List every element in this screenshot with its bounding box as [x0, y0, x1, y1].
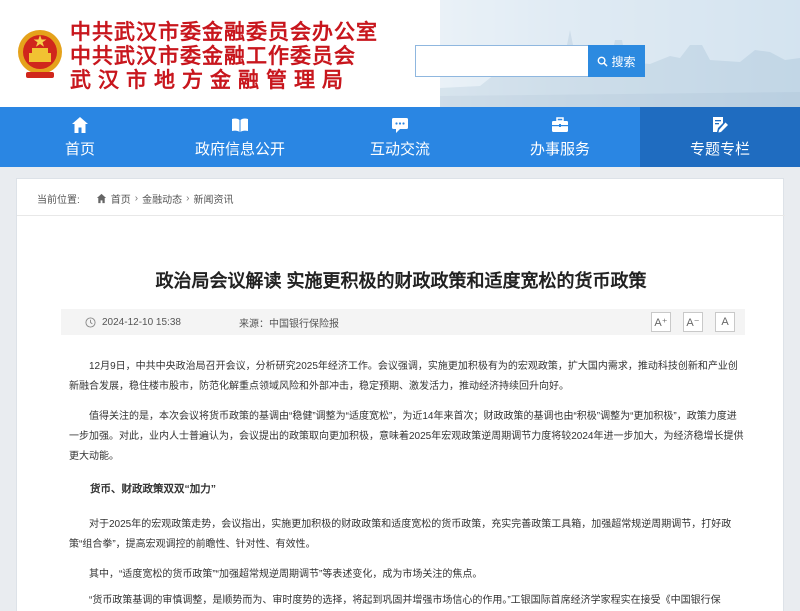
- nav-item-services[interactable]: 办事服务: [480, 107, 640, 167]
- article-body: 12月9日，中共中央政治局召开会议，分析研究2025年经济工作。会议强调，实施更…: [69, 357, 745, 611]
- font-size-controls: A⁺ A⁻ A: [651, 309, 735, 335]
- home-icon: [96, 193, 106, 204]
- article-meta-bar: 2024-12-10 15:38 来源：中国银行保险报 A⁺ A⁻ A: [61, 309, 745, 335]
- breadcrumb-separator: ›: [134, 193, 139, 204]
- font-increase-button[interactable]: A⁺: [651, 312, 671, 332]
- search-button[interactable]: 搜索: [588, 45, 645, 77]
- article-source: 来源：中国银行保险报: [238, 318, 339, 330]
- clock-icon: [85, 316, 96, 328]
- nav-item-label: 政府信息公开: [194, 141, 285, 158]
- search-icon: [598, 56, 609, 67]
- search-bar: 搜索: [415, 45, 645, 77]
- nav-item-label: 专题专栏: [689, 141, 750, 158]
- breadcrumb-link-finance-news[interactable]: 金融动态: [142, 191, 182, 206]
- nav-item-label: 互动交流: [369, 141, 430, 158]
- nav-item-interaction[interactable]: 互动交流: [320, 107, 480, 167]
- site-header: 中共武汉市委金融委员会办公室 中共武汉市委金融工作委员会 武汉市地方金融管理局 …: [0, 0, 800, 107]
- article-title: 政治局会议解读 实施更积极的财政政策和适度宽松的货币政策: [155, 271, 647, 291]
- search-button-label: 搜索: [611, 54, 636, 69]
- search-input[interactable]: [415, 45, 588, 77]
- org-name-line1: 中共武汉市委金融委员会办公室: [70, 19, 378, 44]
- font-decrease-button[interactable]: A⁻: [683, 312, 703, 332]
- article-subheading: 货币、财政政策双双“加力”: [90, 483, 216, 495]
- publish-date-text: 2024-12-10 15:38: [102, 316, 181, 328]
- chat-bubble-icon: [392, 118, 408, 133]
- nav-item-gov-info[interactable]: 政府信息公开: [160, 107, 320, 167]
- nav-item-label: 办事服务: [529, 141, 590, 158]
- breadcrumb-separator: ›: [186, 193, 190, 204]
- article-paragraph: 值得关注的是，本次会议将货币政策的基调由“稳健”调整为“适度宽松”，为近14年来…: [69, 411, 744, 462]
- edit-note-icon: [713, 117, 728, 133]
- open-book-icon: [232, 118, 248, 132]
- divider: [17, 215, 785, 216]
- nav-item-home[interactable]: 首页: [0, 107, 160, 167]
- nav-item-label: 首页: [64, 141, 95, 158]
- breadcrumb-link-news-info[interactable]: 新闻资讯: [193, 191, 233, 206]
- breadcrumb: 当前位置: 首页 › 金融动态 › 新闻资讯: [37, 191, 233, 206]
- breadcrumb-prefix: 当前位置:: [37, 195, 80, 206]
- article-paragraph: 其中，“适度宽松的货币政策”“加强超常规逆周期调节”等表述变化，成为市场关注的焦…: [89, 569, 483, 580]
- org-name-line3: 武汉市地方金融管理局: [70, 67, 350, 92]
- home-icon: [72, 117, 88, 133]
- publish-date: 2024-12-10 15:38: [85, 317, 181, 328]
- briefcase-icon: [552, 117, 568, 132]
- national-emblem-icon: [18, 30, 62, 78]
- article-paragraph: “货币政策基调的审慎调整，是顺势而为、审时度势的选择，将起到巩固并增强市场信心的…: [89, 595, 721, 606]
- main-nav: 首页 政府信息公开 互动交流 办事服务 专题专栏: [0, 107, 800, 167]
- article-paragraph: 对于2025年的宏观政策走势，会议指出，实施更加积极的财政政策和适度宽松的货币政…: [69, 519, 732, 550]
- org-name-line2: 中共武汉市委金融工作委员会: [70, 43, 356, 68]
- nav-item-special-topics[interactable]: 专题专栏: [640, 107, 800, 167]
- font-reset-button[interactable]: A: [715, 312, 735, 332]
- article-card: 当前位置: 首页 › 金融动态 › 新闻资讯 政治局会议解读 实施更积极的财政政…: [16, 178, 785, 611]
- organization-name: 中共武汉市委金融委员会办公室 中共武汉市委金融工作委员会 武汉市地方金融管理局: [70, 20, 378, 92]
- breadcrumb-link-home[interactable]: 首页: [111, 191, 131, 206]
- article-paragraph: 12月9日，中共中央政治局召开会议，分析研究2025年经济工作。会议强调，实施更…: [69, 361, 738, 392]
